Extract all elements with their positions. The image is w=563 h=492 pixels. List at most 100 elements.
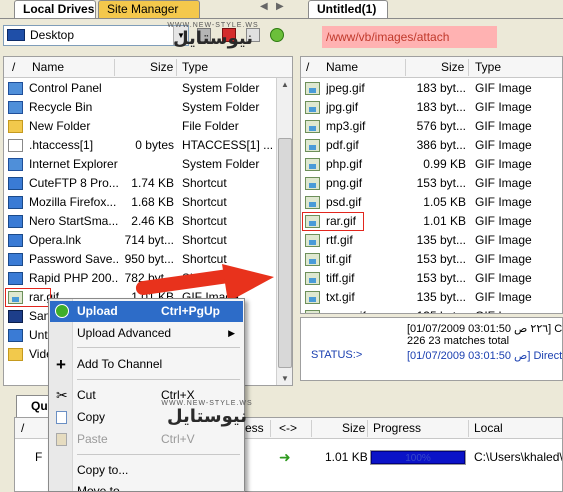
file-type: GIF Image: [475, 307, 561, 313]
file-row[interactable]: CuteFTP 8 Pro... 1.74 KB Shortcut: [4, 174, 276, 193]
file-name: Nero StartSma...: [29, 214, 119, 228]
scrollbar-thumb[interactable]: [278, 138, 292, 368]
sort-indicator[interactable]: /: [12, 60, 15, 74]
file-row[interactable]: jpeg.gif 183 byt... GIF Image: [301, 79, 562, 98]
file-row[interactable]: Internet Explorer System Folder: [4, 155, 276, 174]
column-progress[interactable]: Progress: [373, 421, 421, 435]
scroll-down-icon[interactable]: ▼: [277, 372, 292, 385]
copy-icon: [56, 411, 67, 424]
menu-item-add-to-channel[interactable]: + Add To Channel: [50, 354, 243, 375]
file-row[interactable]: tif.gif 153 byt... GIF Image: [301, 250, 562, 269]
submenu-arrow-icon: ▶: [228, 328, 235, 338]
file-name: png.gif: [326, 176, 363, 190]
drive-selector-label: Desktop: [30, 28, 75, 42]
gif-icon: [305, 272, 320, 285]
column-direction[interactable]: <->: [279, 421, 297, 435]
local-scrollbar[interactable]: ▲ ▼: [276, 78, 292, 385]
menu-item-copy-to[interactable]: Copy to...: [50, 460, 243, 481]
paste-icon: [56, 433, 67, 446]
photoshop-icon: [8, 310, 23, 323]
watermark-logo: WWW.NEW-STYLE.WS نيوستايل: [167, 22, 259, 49]
tab-local-drives[interactable]: Local Drives: [14, 0, 96, 18]
column-size[interactable]: Size: [342, 421, 365, 435]
upload-arrow-icon: ➜: [279, 449, 291, 465]
sort-indicator[interactable]: /: [306, 60, 309, 74]
queue-row-flag: F: [35, 450, 43, 464]
column-local[interactable]: Local: [474, 421, 503, 435]
scissors-icon: ✂: [56, 387, 68, 403]
file-row[interactable]: mp3.gif 576 byt... GIF Image: [301, 117, 562, 136]
selection-outline: [5, 288, 51, 307]
file-row[interactable]: wmv.gif135 byt... GIF Image: [301, 307, 562, 313]
file-size: 1.05 KB: [423, 195, 466, 209]
file-type: GIF Image: [475, 290, 532, 304]
file-row[interactable]: psd.gif 1.05 KB GIF Image: [301, 193, 562, 212]
column-type[interactable]: Type: [475, 60, 501, 74]
gif-icon: [305, 310, 320, 313]
column-name[interactable]: Name: [326, 60, 358, 74]
file-row[interactable]: rtf.gif 135 byt... GIF Image: [301, 231, 562, 250]
queue-local-path: C:\Users\khaled\: [474, 450, 563, 464]
file-row[interactable]: Control Panel System Folder: [4, 79, 276, 98]
column-name[interactable]: Name: [32, 60, 64, 74]
menu-separator: [77, 454, 240, 455]
file-row[interactable]: txt.gif 135 byt... GIF Image: [301, 288, 562, 307]
log-line: 226 23 matches total: [407, 335, 510, 347]
file-type: Shortcut: [182, 214, 227, 228]
menu-item-move-to[interactable]: Move to...: [50, 481, 243, 491]
file-name: mp3.gif: [326, 119, 366, 133]
menu-item-upload-advanced[interactable]: Upload Advanced ▶: [50, 323, 243, 344]
file-name: rtf.gif: [326, 233, 353, 247]
file-row[interactable]: New Folder File Folder: [4, 117, 276, 136]
remote-column-header: / Name Size Type: [301, 57, 562, 78]
file-row[interactable]: Nero StartSma... 2.46 KB Shortcut: [4, 212, 276, 231]
file-size: 1.74 KB: [131, 176, 174, 190]
folder-icon: [8, 348, 23, 361]
file-type: System Folder: [182, 81, 260, 95]
tab-scroll-right-icon[interactable]: ▶: [276, 1, 284, 12]
file-row[interactable]: .htaccess[1] 0 bytes HTACCESS[1] ...: [4, 136, 276, 155]
refresh-icon[interactable]: [270, 28, 284, 42]
file-name: tiff.gif: [326, 271, 355, 285]
shortcut-icon: [8, 272, 23, 285]
tab-remote-untitled[interactable]: Untitled(1): [308, 0, 388, 18]
column-size[interactable]: Size: [441, 60, 464, 74]
file-name: New Folder: [29, 119, 91, 133]
file-size: 135 byt...: [416, 233, 466, 247]
file-row[interactable]: rar.gif 1.01 KB GIF Image: [301, 212, 562, 231]
file-size: 950 byt...: [124, 252, 174, 266]
file-name: Recycle Bin: [29, 100, 93, 114]
file-row[interactable]: Opera.lnk 714 byt... Shortcut: [4, 231, 276, 250]
file-row[interactable]: png.gif 153 byt... GIF Image: [301, 174, 562, 193]
file-type: GIF Image: [475, 271, 532, 285]
file-row[interactable]: php.gif 0.99 KB GIF Image: [301, 155, 562, 174]
file-size: 2.46 KB: [131, 214, 174, 228]
file-row[interactable]: jpg.gif 183 byt... GIF Image: [301, 98, 562, 117]
file-row[interactable]: Recycle Bin System Folder: [4, 98, 276, 117]
remote-path-field[interactable]: /www/vb/images/attach: [322, 26, 497, 48]
file-type: File Folder: [182, 119, 239, 133]
file-row[interactable]: tiff.gif 153 byt... GIF Image: [301, 269, 562, 288]
shortcut-icon: [8, 234, 23, 247]
gif-icon: [305, 291, 320, 304]
sort-indicator[interactable]: /: [21, 421, 24, 435]
file-name: Rapid PHP 200...: [29, 271, 119, 285]
file-row[interactable]: pdf.gif 386 byt... GIF Image: [301, 136, 562, 155]
progress-track: 100%: [370, 450, 466, 465]
remote-file-list[interactable]: / Name Size Type jpeg.gif 183 byt... GIF I…: [300, 56, 563, 314]
file-type: GIF Image: [475, 214, 532, 228]
file-size: 135 byt...: [405, 307, 466, 313]
gif-icon: [305, 253, 320, 266]
tab-scroll-left-icon[interactable]: ◀: [260, 1, 268, 12]
file-type: System Folder: [182, 100, 260, 114]
menu-item-upload[interactable]: Upload Ctrl+PgUp: [50, 301, 243, 322]
file-type: GIF Image: [475, 157, 532, 171]
tab-site-manager[interactable]: Site Manager: [98, 0, 200, 18]
log-status-label: STATUS:>: [311, 349, 363, 361]
file-type: HTACCESS[1] ...: [182, 138, 274, 152]
scroll-up-icon[interactable]: ▲: [277, 78, 292, 92]
file-size: 135 byt...: [416, 290, 466, 304]
gif-icon: [305, 234, 320, 247]
log-panel: [01/07/2009 03:01:50 ٢٢٦ ص] C- 226 23 ma…: [300, 317, 563, 381]
file-row[interactable]: Mozilla Firefox... 1.68 KB Shortcut: [4, 193, 276, 212]
